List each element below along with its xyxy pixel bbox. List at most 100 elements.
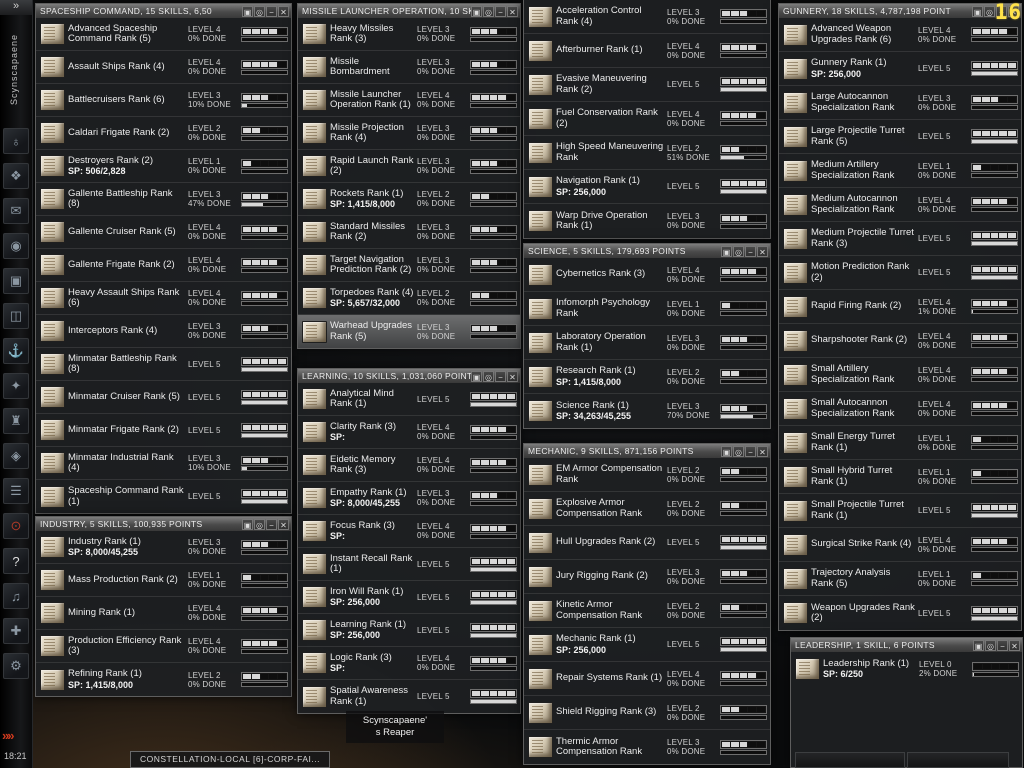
skill-row[interactable]: Gallente Cruiser Rank (5) LEVEL 4 0% DONE bbox=[36, 216, 291, 249]
window-header[interactable]: LEARNING, 10 SKILLS, 1,031,060 POINT ▣ ◎ − ✕ bbox=[298, 369, 520, 383]
neocom-wallet-icon[interactable]: ◈ bbox=[3, 443, 29, 469]
skill-row[interactable]: Large Autocannon Specialization Rank LEVE… bbox=[779, 86, 1021, 120]
skill-row[interactable]: Mining Rank (1) LEVEL 4 0% DONE bbox=[36, 597, 291, 630]
skill-row[interactable]: Explosive Armor Compensation Rank LEVEL 2… bbox=[524, 492, 770, 526]
window-pin-icon[interactable]: ◎ bbox=[483, 370, 494, 382]
skill-row[interactable]: Logic Rank (3) SP: LEVEL 4 0% DONE bbox=[298, 647, 520, 680]
window-stack-icon[interactable]: ▣ bbox=[972, 5, 983, 17]
window-close-icon[interactable]: ✕ bbox=[278, 5, 289, 17]
skill-row[interactable]: Industry Rank (1) SP: 8,000/45,255 LEVEL 3… bbox=[36, 531, 291, 564]
window-stack-icon[interactable]: ▣ bbox=[471, 370, 482, 382]
skill-row[interactable]: Heavy Assault Ships Rank (6) LEVEL 4 0% DO… bbox=[36, 282, 291, 315]
skill-row[interactable]: Minmatar Industrial Rank (4) LEVEL 3 10% D… bbox=[36, 447, 291, 480]
window-minimize-icon[interactable]: − bbox=[997, 639, 1008, 651]
skill-row[interactable]: Laboratory Operation Rank (1) LEVEL 3 0% D… bbox=[524, 326, 770, 360]
window-stack-icon[interactable]: ▣ bbox=[242, 5, 253, 17]
skill-row[interactable]: Trajectory Analysis Rank (5) LEVEL 1 0% DO… bbox=[779, 562, 1021, 596]
neocom-log-icon[interactable]: ☰ bbox=[3, 478, 29, 504]
skill-row[interactable]: Small Artillery Specialization Rank LEVEL… bbox=[779, 358, 1021, 392]
window-stack-icon[interactable]: ▣ bbox=[242, 518, 253, 530]
skill-row[interactable]: Spatial Awareness Rank (1) LEVEL 5 bbox=[298, 680, 520, 713]
skill-row[interactable]: Evasive Maneuvering Rank (2) LEVEL 5 bbox=[524, 68, 770, 102]
neocom-jukebox-icon[interactable]: ♫ bbox=[3, 583, 29, 609]
skill-row[interactable]: Eidetic Memory Rank (3) LEVEL 4 0% DONE bbox=[298, 449, 520, 482]
skill-row[interactable]: Infomorph Psychology Rank LEVEL 1 0% DONE bbox=[524, 292, 770, 326]
window-header[interactable]: GUNNERY, 18 SKILLS, 4,787,198 POINT ▣ ◎ − ✕ bbox=[779, 4, 1021, 18]
window-minimize-icon[interactable]: − bbox=[266, 518, 277, 530]
skill-row[interactable]: Repair Systems Rank (1) LEVEL 4 0% DONE bbox=[524, 662, 770, 696]
skill-row[interactable]: Analytical Mind Rank (1) LEVEL 5 bbox=[298, 383, 520, 416]
skill-row[interactable]: Small Hybrid Turret Rank (1) LEVEL 1 0% DO… bbox=[779, 460, 1021, 494]
skill-row[interactable]: Spaceship Command Rank (1) LEVEL 5 bbox=[36, 480, 291, 513]
window-header[interactable]: SCIENCE, 5 SKILLS, 179,693 POINTS ▣ ◎ − ✕ bbox=[524, 244, 770, 258]
skill-row[interactable]: Mechanic Rank (1) SP: 256,000 LEVEL 5 bbox=[524, 628, 770, 662]
skill-row[interactable]: Missile Projection Rank (4) LEVEL 3 0% DON… bbox=[298, 117, 520, 150]
skill-row[interactable]: Advanced Spaceship Command Rank (5) LEVEL… bbox=[36, 18, 291, 51]
skill-row[interactable]: Target Navigation Prediction Rank (2) LEV… bbox=[298, 249, 520, 282]
skill-row[interactable]: Gallente Frigate Rank (2) LEVEL 4 0% DONE bbox=[36, 249, 291, 282]
skill-row[interactable]: Small Energy Turret Rank (1) LEVEL 1 0% DO… bbox=[779, 426, 1021, 460]
neocom-assets-icon[interactable]: ▣ bbox=[3, 268, 29, 294]
chat-channels-tab[interactable]: CONSTELLATION-LOCAL [6]-CORP-FAI... bbox=[130, 751, 330, 768]
skill-row[interactable]: Surgical Strike Rank (4) LEVEL 4 0% DONE bbox=[779, 528, 1021, 562]
skill-row[interactable]: Jury Rigging Rank (2) LEVEL 3 0% DONE bbox=[524, 560, 770, 594]
skill-row[interactable]: Small Projectile Turret Rank (1) LEVEL 5 bbox=[779, 494, 1021, 528]
window-minimize-icon[interactable]: − bbox=[745, 445, 756, 457]
skill-row[interactable]: Fuel Conservation Rank (2) LEVEL 4 0% DONE bbox=[524, 102, 770, 136]
skill-row[interactable]: Medium Projectile Turret Rank (3) LEVEL 5 bbox=[779, 222, 1021, 256]
neocom-people-places-icon[interactable]: ❖ bbox=[3, 163, 29, 189]
window-stack-icon[interactable]: ▣ bbox=[471, 5, 482, 17]
neocom-items-icon[interactable]: ◫ bbox=[3, 303, 29, 329]
window-stack-icon[interactable]: ▣ bbox=[721, 445, 732, 457]
skill-row[interactable]: Instant Recall Rank (1) LEVEL 5 bbox=[298, 548, 520, 581]
skill-row[interactable]: Mass Production Rank (2) LEVEL 1 0% DONE bbox=[36, 564, 291, 597]
skill-row[interactable]: Science Rank (1) SP: 34,263/45,255 LEVEL 3… bbox=[524, 394, 770, 428]
skill-row[interactable]: Gunnery Rank (1) SP: 256,000 LEVEL 5 bbox=[779, 52, 1021, 86]
skill-row[interactable]: Refining Rank (1) SP: 1,415/8,000 LEVEL 20… bbox=[36, 663, 291, 696]
skill-row[interactable]: Leadership Rank (1) SP: 6/250 LEVEL 0 2% DO… bbox=[791, 652, 1022, 686]
skill-row[interactable]: High Speed Maneuvering Rank LEVEL 2 51% DO… bbox=[524, 136, 770, 170]
skill-row[interactable]: Learning Rank (1) SP: 256,000 LEVEL 5 bbox=[298, 614, 520, 647]
skill-row[interactable]: Warp Drive Operation Rank (1) LEVEL 3 0% D… bbox=[524, 204, 770, 238]
window-header[interactable]: MISSILE LAUNCHER OPERATION, 10 SKIL ▣ ◎ − ✕ bbox=[298, 4, 520, 18]
skill-row[interactable]: Heavy Missiles Rank (3) LEVEL 3 0% DONE bbox=[298, 18, 520, 51]
window-pin-icon[interactable]: ◎ bbox=[733, 445, 744, 457]
neocom-mail-icon[interactable]: ✉ bbox=[3, 198, 29, 224]
skill-row[interactable]: Navigation Rank (1) SP: 256,000 LEVEL 5 bbox=[524, 170, 770, 204]
skill-row[interactable]: Hull Upgrades Rank (2) LEVEL 5 bbox=[524, 526, 770, 560]
skill-row[interactable]: Destroyers Rank (2) SP: 506/2,828 LEVEL 10… bbox=[36, 150, 291, 183]
window-minimize-icon[interactable]: − bbox=[745, 245, 756, 257]
neocom-alert-icon[interactable]: ⊙ bbox=[3, 513, 29, 539]
window-minimize-icon[interactable]: − bbox=[266, 5, 277, 17]
neocom-ship-icon[interactable]: ⚓ bbox=[3, 338, 29, 364]
skill-row[interactable]: Torpedoes Rank (4) SP: 5,657/32,000 LEVEL … bbox=[298, 282, 520, 315]
skill-row[interactable]: Motion Prediction Rank (2) LEVEL 5 bbox=[779, 256, 1021, 290]
skill-row[interactable]: Kinetic Armor Compensation Rank LEVEL 2 0%… bbox=[524, 594, 770, 628]
window-pin-icon[interactable]: ◎ bbox=[985, 639, 996, 651]
skill-row[interactable]: Research Rank (1) SP: 1,415/8,000 LEVEL 20… bbox=[524, 360, 770, 394]
window-stack-icon[interactable]: ▣ bbox=[973, 639, 984, 651]
skill-row[interactable]: Minmatar Cruiser Rank (5) LEVEL 5 bbox=[36, 381, 291, 414]
neocom-market-icon[interactable]: ◉ bbox=[3, 233, 29, 259]
window-close-icon[interactable]: ✕ bbox=[1009, 639, 1020, 651]
skill-row[interactable]: Rockets Rank (1) SP: 1,415/8,000 LEVEL 2 0%… bbox=[298, 183, 520, 216]
skill-row[interactable]: Assault Ships Rank (4) LEVEL 4 0% DONE bbox=[36, 51, 291, 84]
skill-row[interactable]: Rapid Launch Rank (2) LEVEL 3 0% DONE bbox=[298, 150, 520, 183]
neocom-science-icon[interactable]: ✦ bbox=[3, 373, 29, 399]
skill-row[interactable]: Shield Rigging Rank (3) LEVEL 2 0% DONE bbox=[524, 696, 770, 730]
window-pin-icon[interactable]: ◎ bbox=[984, 5, 995, 17]
window-close-icon[interactable]: ✕ bbox=[757, 445, 768, 457]
window-pin-icon[interactable]: ◎ bbox=[254, 5, 265, 17]
partial-window-button[interactable] bbox=[795, 752, 905, 768]
skill-row[interactable]: Acceleration Control Rank (4) LEVEL 3 0% D… bbox=[524, 0, 770, 34]
skill-row[interactable]: Missile Bombardment Rank (2) LEVEL 30% DO… bbox=[298, 51, 520, 84]
skill-row[interactable]: EM Armor Compensation Rank LEVEL 2 0% DONE bbox=[524, 458, 770, 492]
skill-row[interactable]: Focus Rank (3) SP: LEVEL 4 0% DONE bbox=[298, 515, 520, 548]
neocom-settings-icon[interactable]: ⚙ bbox=[3, 653, 29, 679]
skill-row[interactable]: Empathy Rank (1) SP: 8,000/45,255 LEVEL 30… bbox=[298, 482, 520, 515]
skill-row[interactable]: Afterburner Rank (1) LEVEL 4 0% DONE bbox=[524, 34, 770, 68]
neocom-help-icon[interactable]: ? bbox=[3, 548, 29, 574]
neocom-expand-button[interactable]: » bbox=[0, 0, 32, 15]
window-stack-icon[interactable]: ▣ bbox=[721, 245, 732, 257]
skill-row[interactable]: Medium Autocannon Specialization Rank LEV… bbox=[779, 188, 1021, 222]
